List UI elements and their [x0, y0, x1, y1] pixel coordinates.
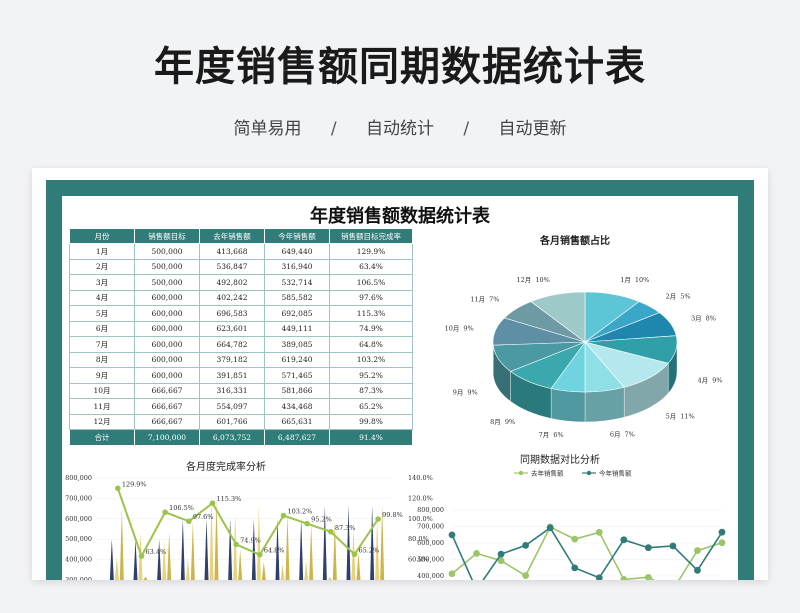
series-point	[718, 528, 726, 536]
spreadsheet-preview: 年度销售额数据统计表 月份 销售额目标 去年销售额 今年销售额 销售额目标完成率…	[62, 196, 738, 580]
y-axis-tick-label: 400,000	[417, 572, 444, 580]
series-point	[571, 535, 579, 543]
series-point	[694, 566, 701, 574]
series-point	[571, 564, 579, 572]
comparison-line-chart: 800,000 700,000 600,000 500,000 400,000 去年销售额…	[417, 469, 726, 580]
sheet-frame: 年度销售额数据统计表 月份 销售额目标 去年销售额 今年销售额 销售额目标完成率…	[46, 180, 754, 580]
feature-tag: 简单易用	[233, 119, 302, 139]
series-point	[694, 547, 701, 554]
series-point	[448, 531, 456, 539]
series-point	[718, 539, 726, 547]
tag-separator: /	[463, 119, 470, 139]
y-axis-tick-label: 800,000	[417, 506, 444, 514]
series-point	[669, 542, 677, 550]
series-point	[546, 524, 554, 532]
series-point	[595, 528, 603, 536]
legend-label: 去年销售额	[531, 469, 564, 478]
series-point	[448, 570, 456, 578]
series-point	[620, 536, 628, 544]
y-axis-tick-label: 500,000	[417, 556, 444, 564]
series-point	[497, 550, 505, 558]
legend-marker	[518, 470, 524, 476]
series-point	[522, 541, 530, 549]
series-point	[620, 576, 628, 580]
tag-separator: /	[330, 119, 337, 139]
series-point	[644, 573, 652, 580]
feature-tag: 自动更新	[498, 119, 567, 139]
feature-tags: 简单易用 / 自动统计 / 自动更新	[0, 114, 800, 139]
feature-tag: 自动统计	[366, 119, 434, 139]
legend-marker	[586, 470, 592, 476]
preview-card: 年度销售额数据统计表 月份 销售额目标 去年销售额 今年销售额 销售额目标完成率…	[32, 168, 768, 580]
series-point	[473, 550, 480, 557]
series-point	[644, 544, 652, 552]
y-axis-tick-label: 700,000	[417, 523, 444, 531]
series-point	[522, 572, 530, 580]
legend-label: 今年销售额	[599, 469, 632, 478]
page-title: 年度销售额同期数据统计表	[154, 44, 646, 90]
y-axis-tick-label: 600,000	[417, 539, 444, 547]
